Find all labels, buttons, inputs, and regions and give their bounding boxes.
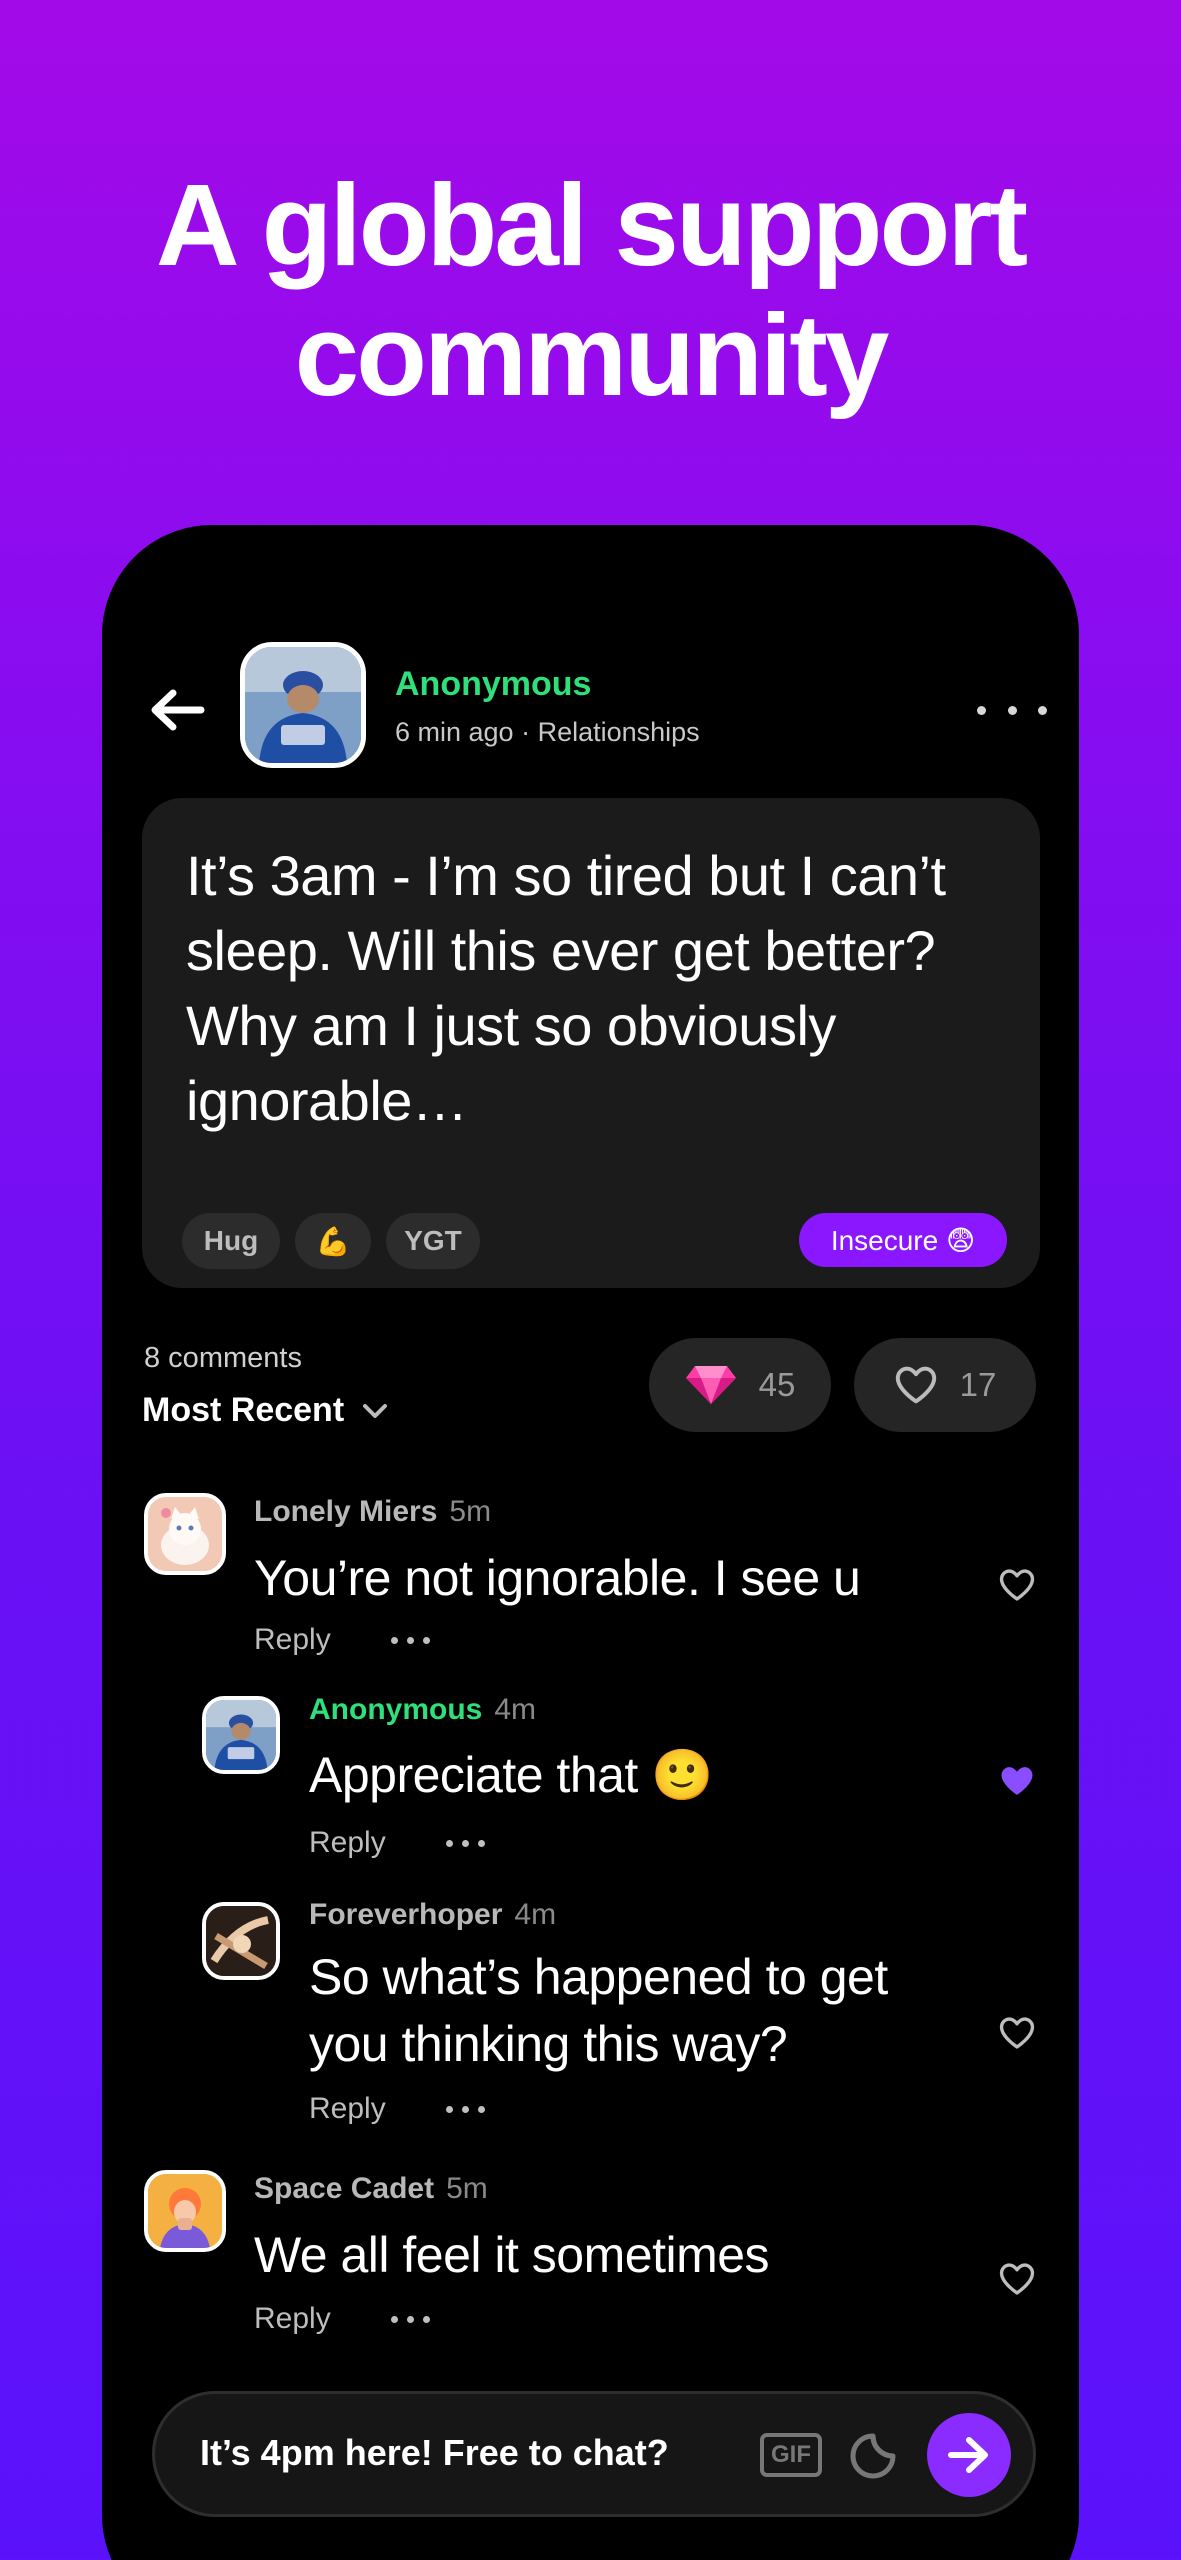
comment-more-button[interactable] (390, 2315, 430, 2323)
phone-screen: Anonymous 6 min ago · Relationships It’s… (102, 525, 1079, 2560)
headline: A global support community (0, 160, 1181, 420)
sort-label: Most Recent (142, 1391, 345, 1429)
comment-actions: Reply (309, 1826, 485, 1860)
commenter-avatar[interactable] (202, 1902, 280, 1980)
headline-line-2: community (294, 290, 890, 420)
comment-actions: Reply (254, 2302, 430, 2336)
comment-time: 4m (494, 1693, 537, 1726)
gem-button[interactable]: 45 (649, 1338, 831, 1432)
commenter-name[interactable]: Space Cadet 5m (254, 2172, 488, 2206)
commenter-name[interactable]: Foreverhoper 4m (309, 1898, 556, 1932)
heart-outline-icon (999, 2263, 1035, 2295)
comment-count: 8 comments (144, 1342, 302, 1374)
back-arrow-icon (151, 689, 205, 731)
comment-time: 5m (449, 1495, 492, 1528)
comment-more-button[interactable] (390, 1636, 430, 1644)
comment-time: 5m (446, 2172, 488, 2205)
reaction-strong-button[interactable]: 💪 (295, 1213, 371, 1269)
chevron-down-icon (363, 1403, 388, 1418)
sticker-icon (850, 2433, 896, 2479)
heart-outline-icon (895, 1366, 936, 1404)
reply-button[interactable]: Reply (254, 2302, 331, 2336)
meta-separator: · (521, 717, 538, 747)
back-button[interactable] (142, 675, 212, 745)
comment-more-button[interactable] (445, 2105, 485, 2113)
commenter-name[interactable]: Lonely Miers 5m (254, 1495, 491, 1529)
more-options-button[interactable] (977, 695, 1047, 725)
post-card: It’s 3am - I’m so tired but I can’t slee… (142, 798, 1040, 1288)
commenter-avatar[interactable] (202, 1696, 280, 1774)
gem-count: 45 (758, 1366, 796, 1403)
post-text: It’s 3am - I’m so tired but I can’t slee… (186, 844, 946, 1132)
reply-button[interactable]: Reply (254, 1623, 331, 1657)
heart-outline-icon (999, 2017, 1035, 2049)
reply-button[interactable]: Reply (309, 1826, 386, 1860)
comment-actions: Reply (309, 2092, 485, 2126)
reaction-ygt-button[interactable]: YGT (386, 1213, 480, 1269)
comment-like-button[interactable] (995, 1759, 1039, 1803)
gem-icon (685, 1366, 736, 1404)
comment-like-button[interactable] (995, 1563, 1039, 1607)
commenter-avatar[interactable] (144, 1493, 226, 1575)
post-meta: 6 min ago · Relationships (395, 717, 700, 748)
like-count: 17 (959, 1366, 997, 1403)
comment-more-button[interactable] (445, 1839, 485, 1847)
post-time: 6 min ago (395, 717, 514, 747)
sort-dropdown[interactable]: Most Recent (142, 1391, 388, 1430)
arrow-right-icon (948, 2437, 988, 2473)
reaction-hug-button[interactable]: Hug (182, 1213, 280, 1269)
comment-input[interactable]: It’s 4pm here! Free to chat? (200, 2432, 669, 2474)
comment-text: Appreciate that 🙂 (309, 1747, 713, 1803)
like-button[interactable]: 17 (854, 1338, 1036, 1432)
comment-like-button[interactable] (995, 2011, 1039, 2055)
comment-text: We all feel it sometimes (254, 2227, 770, 2283)
gif-button[interactable]: GIF (760, 2433, 822, 2477)
post-category[interactable]: Relationships (538, 717, 700, 747)
comment-text: So what’s happened to get you thinking t… (309, 1949, 888, 2072)
comment-actions: Reply (254, 1623, 430, 1657)
commenter-avatar[interactable] (144, 2170, 226, 2252)
commenter-name[interactable]: Anonymous 4m (309, 1693, 536, 1727)
sticker-button[interactable] (849, 2432, 897, 2480)
comment-text: You’re not ignorable. I see u (254, 1550, 861, 1606)
post-author[interactable]: Anonymous (395, 665, 591, 704)
heart-filled-icon (1001, 1767, 1033, 1795)
heart-outline-icon (999, 1569, 1035, 1601)
mood-tag[interactable]: Insecure 😨 (799, 1213, 1007, 1267)
author-avatar[interactable] (240, 642, 366, 768)
send-button[interactable] (927, 2413, 1011, 2497)
headline-line-1: A global support (155, 160, 1028, 290)
reply-button[interactable]: Reply (309, 2092, 386, 2126)
comment-composer: It’s 4pm here! Free to chat? GIF (152, 2391, 1036, 2517)
comment-time: 4m (514, 1898, 557, 1931)
comment-like-button[interactable] (995, 2257, 1039, 2301)
